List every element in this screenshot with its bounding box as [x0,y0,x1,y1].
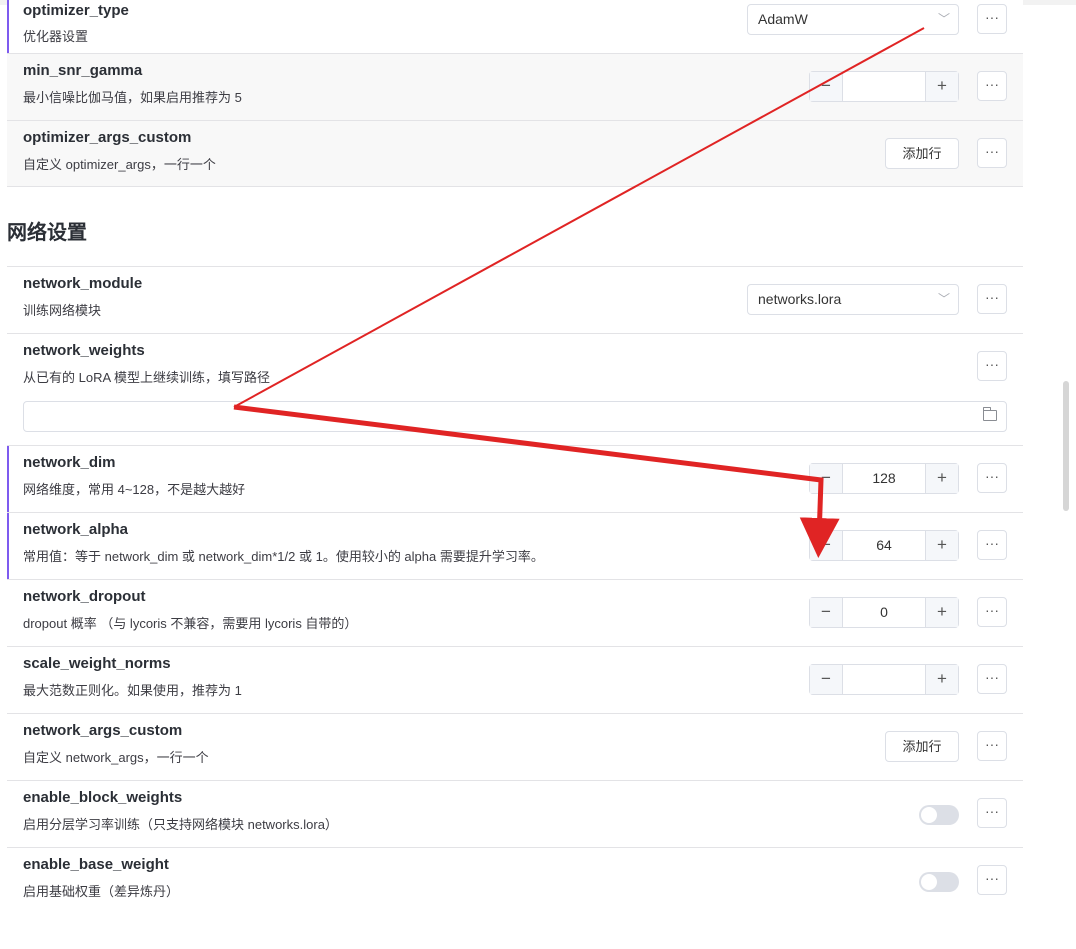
row-title: network_dropout [23,588,146,605]
increment-button[interactable]: + [925,598,958,627]
row-network-args-custom: network_args_custom 自定义 network_args，一行一… [7,713,1023,780]
more-options-button[interactable]: ··· [977,4,1007,34]
network-alpha-stepper[interactable]: − 64 + [809,530,959,561]
select-value: AdamW [758,11,808,27]
row-title: network_module [23,275,143,292]
row-description: 启用分层学习率训练（只支持网络模块 networks.lora） [23,817,338,832]
decrement-button[interactable]: − [810,464,843,493]
stepper-value[interactable] [843,665,925,694]
row-description: 最小信噪比伽马值，如果启用推荐为 5 [23,90,242,105]
row-optimizer-args-custom: optimizer_args_custom 自定义 optimizer_args… [7,120,1023,187]
row-description: dropout 概率 （与 lycoris 不兼容，需要用 lycoris 自带… [23,616,358,631]
more-options-button[interactable]: ··· [977,731,1007,761]
row-description: 网络维度，常用 4~128，不是越大越好 [23,482,246,497]
folder-icon[interactable] [983,407,997,421]
decrement-button[interactable]: − [810,72,843,101]
row-description: 最大范数正则化。如果使用，推荐为 1 [23,683,242,698]
row-network-alpha: network_alpha 常用值：等于 network_dim 或 netwo… [7,512,1023,579]
row-network-dropout: network_dropout dropout 概率 （与 lycoris 不兼… [7,579,1023,646]
row-description: 训练网络模块 [23,303,102,318]
row-title: optimizer_args_custom [23,129,192,146]
network-dim-stepper[interactable]: − 128 + [809,463,959,494]
add-row-button[interactable]: 添加行 [885,138,959,169]
row-title: network_args_custom [23,722,183,739]
row-title: network_alpha [23,521,129,538]
row-title: optimizer_type [23,2,129,19]
decrement-button[interactable]: − [810,665,843,694]
optimizer-type-select[interactable]: AdamW ﹀ [747,4,959,35]
row-enable-base-weight: enable_base_weight 启用基础权重（差异炼丹） ··· [7,847,1023,914]
row-title: min_snr_gamma [23,62,143,79]
more-options-button[interactable]: ··· [977,597,1007,627]
row-optimizer-type: optimizer_type 优化器设置 AdamW ﹀ ··· [7,0,1023,53]
more-options-button[interactable]: ··· [977,664,1007,694]
vertical-scrollbar[interactable] [1063,381,1069,511]
row-description: 从已有的 LoRA 模型上继续训练，填写路径 [23,370,271,385]
enable-block-weights-toggle[interactable] [919,805,959,825]
chevron-down-icon: ﹀ [937,292,950,306]
row-title: network_dim [23,454,116,471]
enable-base-weight-toggle[interactable] [919,872,959,892]
stepper-value[interactable]: 0 [843,598,925,627]
chevron-down-icon: ﹀ [937,12,950,26]
more-options-button[interactable]: ··· [977,530,1007,560]
more-options-button[interactable]: ··· [977,463,1007,493]
row-min-snr-gamma: min_snr_gamma 最小信噪比伽马值，如果启用推荐为 5 − + ··· [7,53,1023,120]
row-title: scale_weight_norms [23,655,171,672]
network-module-select[interactable]: networks.lora ﹀ [747,284,959,315]
row-title: enable_base_weight [23,856,169,873]
section-heading-network: 网络设置 [7,222,87,244]
row-description: 启用基础权重（差异炼丹） [23,884,180,899]
increment-button[interactable]: + [925,464,958,493]
decrement-button[interactable]: − [810,531,843,560]
increment-button[interactable]: + [925,531,958,560]
row-description: 常用值：等于 network_dim 或 network_dim*1/2 或 1… [23,549,544,564]
more-options-button[interactable]: ··· [977,798,1007,828]
row-network-module: network_module 训练网络模块 networks.lora ﹀ ··… [7,266,1023,333]
increment-button[interactable]: + [925,665,958,694]
add-row-button[interactable]: 添加行 [885,731,959,762]
select-value: networks.lora [758,291,842,307]
row-description: 优化器设置 [23,29,89,44]
row-scale-weight-norms: scale_weight_norms 最大范数正则化。如果使用，推荐为 1 − … [7,646,1023,713]
min-snr-gamma-stepper[interactable]: − + [809,71,959,102]
more-options-button[interactable]: ··· [977,71,1007,101]
more-options-button[interactable]: ··· [977,865,1007,895]
more-options-button[interactable]: ··· [977,351,1007,381]
stepper-value[interactable]: 128 [843,464,925,493]
more-options-button[interactable]: ··· [977,138,1007,168]
row-title: enable_block_weights [23,789,183,806]
increment-button[interactable]: + [925,72,958,101]
toggle-knob [921,874,937,890]
row-description: 自定义 network_args，一行一个 [23,750,209,765]
row-network-dim: network_dim 网络维度，常用 4~128，不是越大越好 − 128 +… [7,445,1023,512]
network-weights-path-input[interactable] [23,401,1007,432]
toggle-knob [921,807,937,823]
row-enable-block-weights: enable_block_weights 启用分层学习率训练（只支持网络模块 n… [7,780,1023,847]
more-options-button[interactable]: ··· [977,284,1007,314]
row-title: network_weights [23,342,145,359]
settings-panel: optimizer_type 优化器设置 AdamW ﹀ ··· min_snr… [7,0,1023,914]
row-network-weights: network_weights 从已有的 LoRA 模型上继续训练，填写路径 ·… [7,333,1023,445]
row-description: 自定义 optimizer_args，一行一个 [23,157,216,172]
stepper-value[interactable] [843,72,925,101]
decrement-button[interactable]: − [810,598,843,627]
scale-weight-norms-stepper[interactable]: − + [809,664,959,695]
stepper-value[interactable]: 64 [843,531,925,560]
network-dropout-stepper[interactable]: − 0 + [809,597,959,628]
